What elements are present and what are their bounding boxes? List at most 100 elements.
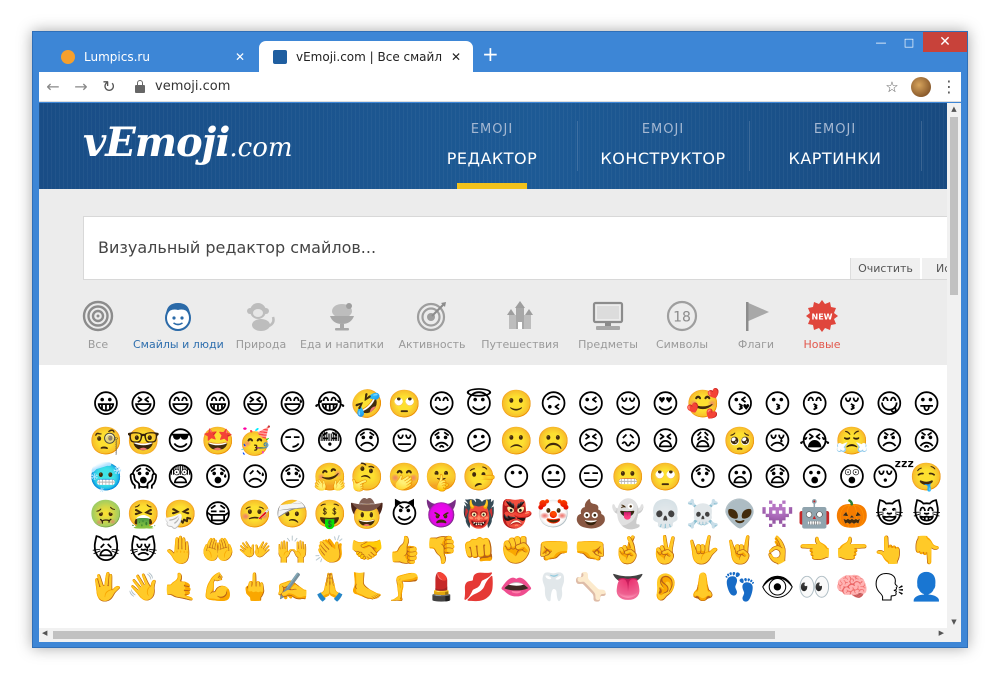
emoji-item[interactable]: 🤧 (163, 497, 199, 533)
emoji-item[interactable]: 🥰 (685, 387, 721, 423)
emoji-item[interactable]: 🤠 (349, 497, 385, 533)
emoji-item[interactable]: 👏 (312, 533, 348, 569)
emoji-item[interactable]: 👐 (237, 533, 273, 569)
emoji-item[interactable]: 😋 (871, 387, 907, 423)
tab-vemoji[interactable]: vEmoji.com | Все смайлы ВКонта ✕ (259, 41, 473, 72)
emoji-item[interactable]: 👣 (722, 570, 758, 606)
emoji-item[interactable]: 😦 (722, 460, 758, 496)
emoji-item[interactable]: 🤔 (349, 460, 385, 496)
emoji-item[interactable]: 🤫 (424, 460, 460, 496)
browser-menu-icon[interactable]: ⋮ (941, 77, 957, 96)
emoji-item[interactable]: 🤭 (386, 460, 422, 496)
category-travel[interactable]: Путешествия (475, 299, 565, 351)
emoji-item[interactable]: 😈 (386, 497, 422, 533)
category-new[interactable]: NEW Новые (777, 299, 867, 351)
category-nature[interactable]: Природа (216, 299, 306, 351)
emoji-item[interactable]: 😺 (871, 497, 907, 533)
category-all[interactable]: Все (53, 299, 143, 351)
nav-editor[interactable]: EMOJI РЕДАКТОР (407, 103, 577, 189)
emoji-item[interactable]: 👇 (909, 533, 945, 569)
emoji-item[interactable]: 😂 (312, 387, 348, 423)
emoji-item[interactable]: 🦴 (573, 570, 609, 606)
minimize-button[interactable]: — (867, 32, 895, 52)
emoji-item[interactable]: 🤕 (275, 497, 311, 533)
emoji-item[interactable]: 👀 (797, 570, 833, 606)
emoji-item[interactable]: ✍️ (275, 570, 311, 606)
emoji-item[interactable]: 😘 (722, 387, 758, 423)
emoji-item[interactable]: 👹 (461, 497, 497, 533)
emoji-item[interactable]: 😴 (871, 460, 914, 496)
emoji-item[interactable]: 👺 (498, 497, 534, 533)
profile-avatar[interactable] (911, 76, 931, 97)
emoji-item[interactable]: 🤘 (722, 533, 758, 569)
close-window-button[interactable]: ✕ (923, 32, 967, 52)
clear-button[interactable]: Очистить (850, 258, 920, 279)
tab-lumpics[interactable]: Lumpics.ru ✕ (47, 41, 257, 72)
emoji-item[interactable]: 🤜 (573, 533, 609, 569)
emoji-item[interactable]: 🗣 (871, 570, 907, 606)
emoji-item[interactable]: 🧠 (834, 570, 870, 606)
emoji-item[interactable]: 😭 (797, 424, 833, 460)
emoji-item[interactable]: 🖕 (237, 570, 273, 606)
emoji-item[interactable]: 🤞 (610, 533, 646, 569)
emoji-item[interactable]: 😯 (685, 460, 721, 496)
emoji-item[interactable]: 😄 (163, 387, 199, 423)
emoji-item[interactable]: 💄 (424, 570, 460, 606)
emoji-item[interactable]: 😫 (648, 424, 684, 460)
emoji-item[interactable]: 😧 (759, 460, 795, 496)
emoji-item[interactable]: 👄 (498, 570, 534, 606)
emoji-item[interactable]: 👍 (386, 533, 422, 569)
emoji-item[interactable]: 👁 (759, 570, 795, 606)
emoji-item[interactable]: 😕 (461, 424, 497, 460)
emoji-item[interactable]: 👎 (424, 533, 460, 569)
emoji-item[interactable]: 😎 (163, 424, 199, 460)
maximize-button[interactable]: □ (895, 32, 923, 52)
emoji-item[interactable]: 🤓 (125, 424, 161, 460)
emoji-item[interactable]: 🙀 (88, 533, 124, 569)
new-tab-button[interactable]: + (482, 44, 499, 64)
emoji-item[interactable]: 😆 (237, 387, 273, 423)
emoji-item[interactable]: 😿 (125, 533, 161, 569)
emoji-item[interactable]: 🥶 (88, 460, 124, 496)
emoji-item[interactable]: ✊ (498, 533, 534, 569)
emoji-item[interactable]: ☹️ (536, 424, 572, 460)
emoji-item[interactable]: 😮 (797, 460, 833, 496)
emoji-item[interactable]: 😟 (424, 424, 460, 460)
emoji-item[interactable]: 🙌 (275, 533, 311, 569)
emoji-item[interactable]: 😏 (275, 424, 311, 460)
emoji-item[interactable]: 🤡 (536, 497, 572, 533)
emoji-item[interactable]: 🦷 (536, 570, 572, 606)
vertical-scroll-thumb[interactable] (950, 117, 958, 295)
bookmark-star-icon[interactable]: ☆ (879, 78, 905, 96)
emoji-item[interactable]: 🤲 (200, 533, 236, 569)
emoji-item[interactable]: 🙃 (536, 387, 572, 423)
emoji-item[interactable]: 🤙 (163, 570, 199, 606)
scroll-left-icon[interactable]: ◀ (42, 629, 47, 637)
emoji-item[interactable]: 🙄 (386, 387, 422, 423)
emoji-item[interactable]: 👊 (461, 533, 497, 569)
emoji-item[interactable]: 😸 (909, 497, 945, 533)
emoji-item[interactable]: 👉 (834, 533, 870, 569)
emoji-item[interactable]: 🤩 (200, 424, 236, 460)
emoji-item[interactable]: 🦶 (349, 570, 385, 606)
emoji-item[interactable]: 😖 (610, 424, 646, 460)
category-food-drink[interactable]: Еда и напитки (297, 299, 387, 351)
emoji-item[interactable]: 😬 (610, 460, 646, 496)
emoji-item[interactable]: 😀 (88, 387, 124, 423)
emoji-item[interactable]: 😰 (200, 460, 236, 496)
emoji-item[interactable]: 😚 (834, 387, 870, 423)
emoji-item[interactable]: 🎃 (834, 497, 870, 533)
emoji-item[interactable]: 🤛 (536, 533, 572, 569)
emoji-item[interactable]: 👌 (759, 533, 795, 569)
reload-button[interactable]: ↻ (95, 77, 123, 96)
emoji-item[interactable]: 🤟 (685, 533, 721, 569)
emoji-item[interactable]: 🦵 (386, 570, 422, 606)
forward-button[interactable]: → (67, 77, 95, 96)
emoji-item[interactable]: 🙂 (498, 387, 534, 423)
emoji-item[interactable]: 🤚 (163, 533, 199, 569)
emoji-item[interactable]: 😩 (685, 424, 721, 460)
emoji-item[interactable]: 💀 (648, 497, 684, 533)
emoji-item[interactable]: 😠 (871, 424, 907, 460)
emoji-item[interactable]: 👿 (424, 497, 460, 533)
emoji-item[interactable]: 😐 (536, 460, 572, 496)
